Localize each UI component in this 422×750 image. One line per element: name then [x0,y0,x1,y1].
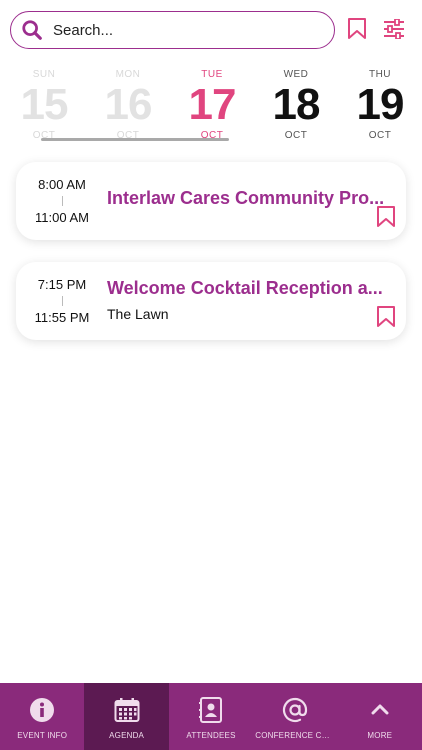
day-mon-16[interactable]: MON 16 OCT [88,68,168,142]
day-wed-18[interactable]: WED 18 OCT [256,68,336,142]
nav-label: AGENDA [109,731,145,740]
day-month: OCT [284,130,308,141]
day-number: 18 [272,80,321,129]
nav-label: EVENT INFO [17,731,68,740]
event-card[interactable]: 7:15 PM 11:55 PM Welcome Cocktail Recept… [16,262,406,340]
event-title: Welcome Cocktail Reception a... [107,278,383,298]
bookmark-filter-icon[interactable] [347,18,367,40]
day-selector: SUN 15 OCT MON 16 OCT TUE 17 OCT WED 18 … [0,68,422,148]
event-location: The Lawn [107,306,169,322]
nav-label: ATTENDEES [186,731,236,740]
contacts-icon [199,697,223,723]
search-input[interactable] [53,21,303,39]
chevron-up-icon [371,704,389,715]
event-times: 7:15 PM 11:55 PM [16,277,108,325]
event-end-time: 11:00 AM [35,210,89,225]
event-start-time: 8:00 AM [38,177,86,192]
top-bar [0,0,422,60]
event-times: 8:00 AM 11:00 AM [16,177,108,225]
day-number: 15 [20,80,69,129]
nav-more[interactable]: MORE [338,683,422,750]
day-number: 16 [104,80,153,129]
nav-attendees[interactable]: ATTENDEES [169,683,253,750]
day-number: 17 [188,80,237,129]
day-month: OCT [368,130,392,141]
time-divider [61,196,63,206]
search-bar[interactable] [10,11,335,49]
bottom-navigation: EVENT INFO AGENDA ATTENDEES CONFERENCE C… [0,683,422,750]
event-start-time: 7:15 PM [37,277,87,292]
nav-label: MORE [367,731,393,740]
info-icon [30,698,55,722]
nav-event-info[interactable]: EVENT INFO [0,683,84,750]
day-thu-19[interactable]: THU 19 OCT [340,68,420,142]
at-icon [283,697,308,723]
event-title: Interlaw Cares Community Pro... [107,188,385,208]
nav-label: CONFERENCE CONT... [255,731,335,740]
event-end-time: 11:55 PM [34,310,90,325]
day-tue-17[interactable]: TUE 17 OCT [172,68,252,142]
event-card[interactable]: 8:00 AM 11:00 AM Interlaw Cares Communit… [16,162,406,240]
filter-sliders-icon[interactable] [383,19,405,39]
nav-agenda[interactable]: AGENDA [84,683,169,750]
nav-conference-contacts[interactable]: CONFERENCE CONT... [253,683,337,750]
search-icon [22,20,42,40]
day-number: 19 [356,80,405,129]
bookmark-icon[interactable] [376,206,396,228]
calendar-icon [114,698,140,722]
day-sun-15[interactable]: SUN 15 OCT [4,68,84,142]
time-divider [61,296,63,306]
bookmark-icon[interactable] [376,306,396,328]
day-strip-scrollbar[interactable] [41,138,229,141]
